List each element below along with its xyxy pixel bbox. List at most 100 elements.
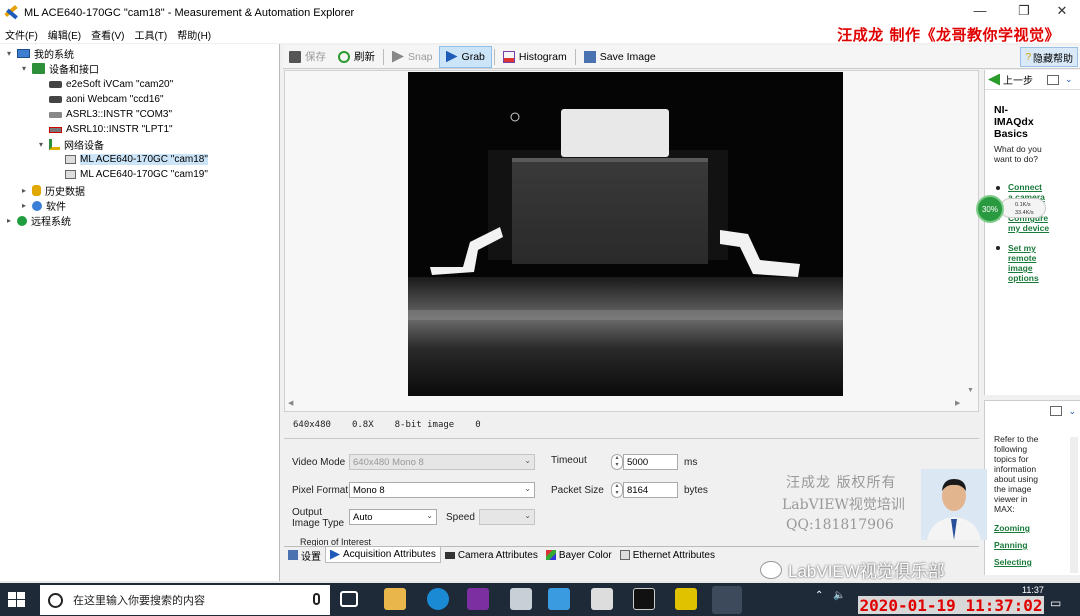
collapse-chevron-icon[interactable]: ▸ <box>4 216 14 225</box>
help-link-selecting[interactable]: Selecting <box>994 557 1032 567</box>
help-title: NI- IMAQdx Basics <box>994 104 1034 140</box>
mae-taskbar-icon[interactable] <box>712 586 742 614</box>
tab-ethernet-attributes[interactable]: Ethernet Attributes <box>616 547 719 563</box>
refresh-button[interactable]: 刷新 <box>332 46 381 68</box>
photos-icon[interactable] <box>591 588 613 610</box>
hide-help-button[interactable]: ? 隐藏帮助 <box>1020 47 1078 67</box>
search-icon <box>48 592 63 608</box>
menu-edit[interactable]: 编辑(E) <box>43 27 86 42</box>
windows-start-icon[interactable] <box>8 592 26 608</box>
help-panel: 上一步 ⌄ NI- IMAQdx Basics What do you want… <box>984 70 1080 395</box>
image-viewer[interactable]: ◀ ▶ ▼ <box>284 70 979 412</box>
output-image-type-select[interactable]: Auto ⌄ <box>349 509 437 525</box>
chevron-down-icon[interactable]: ⌄ <box>1065 74 1073 85</box>
tree-item-software[interactable]: ▸ 软件 <box>19 198 66 213</box>
microphone-icon[interactable] <box>313 593 320 605</box>
camera-image[interactable] <box>408 72 843 396</box>
expand-chevron-icon[interactable]: ▾ <box>36 140 46 149</box>
tree-item-label: aoni Webcam "ccd16" <box>66 94 164 105</box>
network-tool-icon[interactable] <box>510 588 532 610</box>
tab-settings[interactable]: 设置 <box>284 547 325 563</box>
taskbar-search[interactable]: 在这里输入你要搜索的内容 <box>40 585 330 615</box>
settings-tab-icon <box>288 550 298 560</box>
menu-help[interactable]: 帮助(H) <box>172 27 216 42</box>
viewer-help-nav: ⌄ <box>985 401 1080 421</box>
software-icon <box>32 200 42 211</box>
packet-size-input[interactable]: 8164 <box>623 482 678 498</box>
tab-camera-attributes[interactable]: Camera Attributes <box>441 547 542 563</box>
title-bar: ML ACE640-170GC "cam18" - Measurement & … <box>0 0 1080 26</box>
camera-tab-icon <box>444 551 455 559</box>
menu-tools[interactable]: 工具(T) <box>129 27 172 42</box>
chevron-down-icon[interactable]: ⌄ <box>1068 406 1076 417</box>
network-speed-widget[interactable]: 0.1K/s 33.4K/s <box>1000 198 1046 218</box>
collapse-chevron-icon[interactable]: ▸ <box>19 201 29 210</box>
menu-file[interactable]: 文件(F) <box>0 27 43 42</box>
tree-item-lpt1[interactable]: ASRL10::INSTR "LPT1" <box>36 122 173 137</box>
help-link-panning[interactable]: Panning <box>994 540 1028 550</box>
save-button[interactable]: 保存 <box>283 46 332 68</box>
tree-item-ccd16[interactable]: aoni Webcam "ccd16" <box>36 92 164 107</box>
timeout-input[interactable]: 5000 <box>623 454 678 470</box>
tree-item-label: 设备和接口 <box>49 65 99 76</box>
onenote-icon[interactable] <box>467 588 489 610</box>
minimize-button[interactable]: — <box>965 3 995 23</box>
tree-item-com3[interactable]: ASRL3::INSTR "COM3" <box>36 107 172 122</box>
speed-select[interactable]: ⌄ <box>479 509 535 525</box>
dock-icon[interactable] <box>1050 406 1063 416</box>
tree-item-cam18[interactable]: ML ACE640-170GC "cam18" <box>52 152 208 167</box>
packet-size-spinner[interactable]: ▴ ▾ <box>611 482 623 498</box>
help-back-button[interactable]: 上一步 <box>1003 72 1033 87</box>
task-view-icon[interactable] <box>340 591 358 607</box>
wechat-icon <box>760 560 782 579</box>
histogram-button[interactable]: Histogram <box>497 46 573 68</box>
tree-item-devices-interfaces[interactable]: ▾ 设备和接口 <box>19 61 99 76</box>
expand-chevron-icon[interactable]: ▾ <box>19 64 29 73</box>
maximize-button[interactable]: ❐ <box>1009 3 1039 23</box>
tab-acquisition-attributes[interactable]: Acquisition Attributes <box>325 547 441 563</box>
tree-item-historical-data[interactable]: ▸ 历史数据 <box>19 183 85 198</box>
terminal-icon[interactable] <box>633 588 655 610</box>
timeout-spinner[interactable]: ▴ ▾ <box>611 454 623 470</box>
grab-button[interactable]: Grab <box>438 45 492 68</box>
volume-icon[interactable]: 🔈 <box>833 590 845 601</box>
packet-size-label: Packet Size <box>551 485 604 496</box>
video-mode-select[interactable]: 640x480 Mono 8 ⌄ <box>349 454 535 470</box>
browser-icon[interactable] <box>427 588 449 610</box>
save-image-button[interactable]: Save Image <box>578 46 662 68</box>
network-usage-badge[interactable]: 30% <box>976 195 1004 223</box>
tab-bayer-color[interactable]: Bayer Color <box>542 547 616 563</box>
qq-watermark: QQ:181817906 <box>786 517 894 533</box>
tree-item-label: 我的系统 <box>34 50 74 61</box>
packet-size-unit: bytes <box>684 485 708 496</box>
help-scrollbar[interactable] <box>1070 437 1078 573</box>
tree-item-my-system[interactable]: ▾ 我的系统 <box>4 46 74 61</box>
collapse-chevron-icon[interactable]: ▸ <box>19 186 29 195</box>
scroll-down-arrow-icon[interactable]: ▼ <box>967 387 974 394</box>
dock-icon[interactable] <box>1047 74 1059 85</box>
pixel-format-label: Pixel Format <box>292 485 349 496</box>
tree-item-remote-systems[interactable]: ▸ 远程系统 <box>4 213 71 228</box>
window-title: ML ACE640-170GC "cam18" - Measurement & … <box>24 7 355 19</box>
close-button[interactable]: ✕ <box>1047 3 1077 23</box>
tray-chevron-icon[interactable]: ⌃ <box>815 590 823 601</box>
chevron-down-icon: ⌄ <box>426 511 433 520</box>
file-explorer-icon[interactable] <box>384 588 406 610</box>
help-link-remote-image-options[interactable]: Set my remote image options <box>1008 243 1039 283</box>
expand-chevron-icon[interactable]: ▾ <box>4 49 14 58</box>
pixel-format-select[interactable]: Mono 8 ⌄ <box>349 482 535 498</box>
taskbar-clock[interactable]: 11:37 <box>1022 585 1044 595</box>
help-link-zooming[interactable]: Zooming <box>994 523 1030 533</box>
back-arrow-icon[interactable] <box>988 73 1000 86</box>
tree-item-cam19[interactable]: ML ACE640-170GC "cam19" <box>52 167 208 182</box>
tree-item-cam20[interactable]: e2eSoft iVCam "cam20" <box>36 77 173 92</box>
tree-item-network-devices[interactable]: ▾ 网络设备 <box>36 137 104 152</box>
labview-icon[interactable] <box>675 588 697 610</box>
app-icon[interactable] <box>548 588 570 610</box>
scroll-right-arrow-icon[interactable]: ▶ <box>955 399 960 407</box>
viewer-help-panel: ⌄ Refer to the following topics for info… <box>984 400 1080 575</box>
snap-button[interactable]: Snap <box>386 46 439 68</box>
notification-icon[interactable]: ▭ <box>1050 596 1072 614</box>
scroll-left-arrow-icon[interactable]: ◀ <box>288 399 293 407</box>
menu-view[interactable]: 查看(V) <box>86 27 129 42</box>
